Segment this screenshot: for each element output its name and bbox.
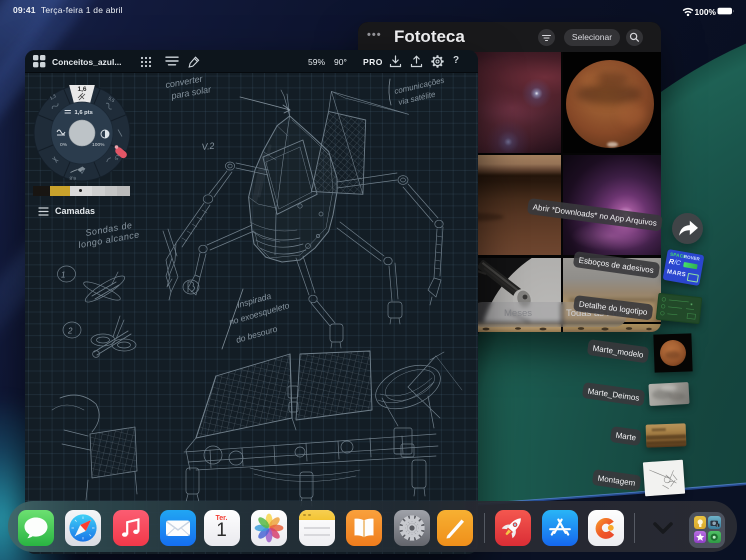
svg-text:100%: 100%	[695, 7, 717, 17]
svg-text:V.2: V.2	[201, 141, 215, 152]
svg-text:2: 2	[67, 327, 73, 336]
svg-text:1,6: 1,6	[77, 86, 86, 93]
svg-text:1: 1	[61, 271, 65, 280]
svg-text:6,8: 6,8	[69, 176, 76, 181]
svg-text:0%: 0%	[60, 142, 68, 148]
svg-text:do besouro: do besouro	[235, 324, 279, 345]
svg-text:100%: 100%	[92, 142, 105, 148]
svg-text:1,6 pts: 1,6 pts	[75, 110, 93, 116]
